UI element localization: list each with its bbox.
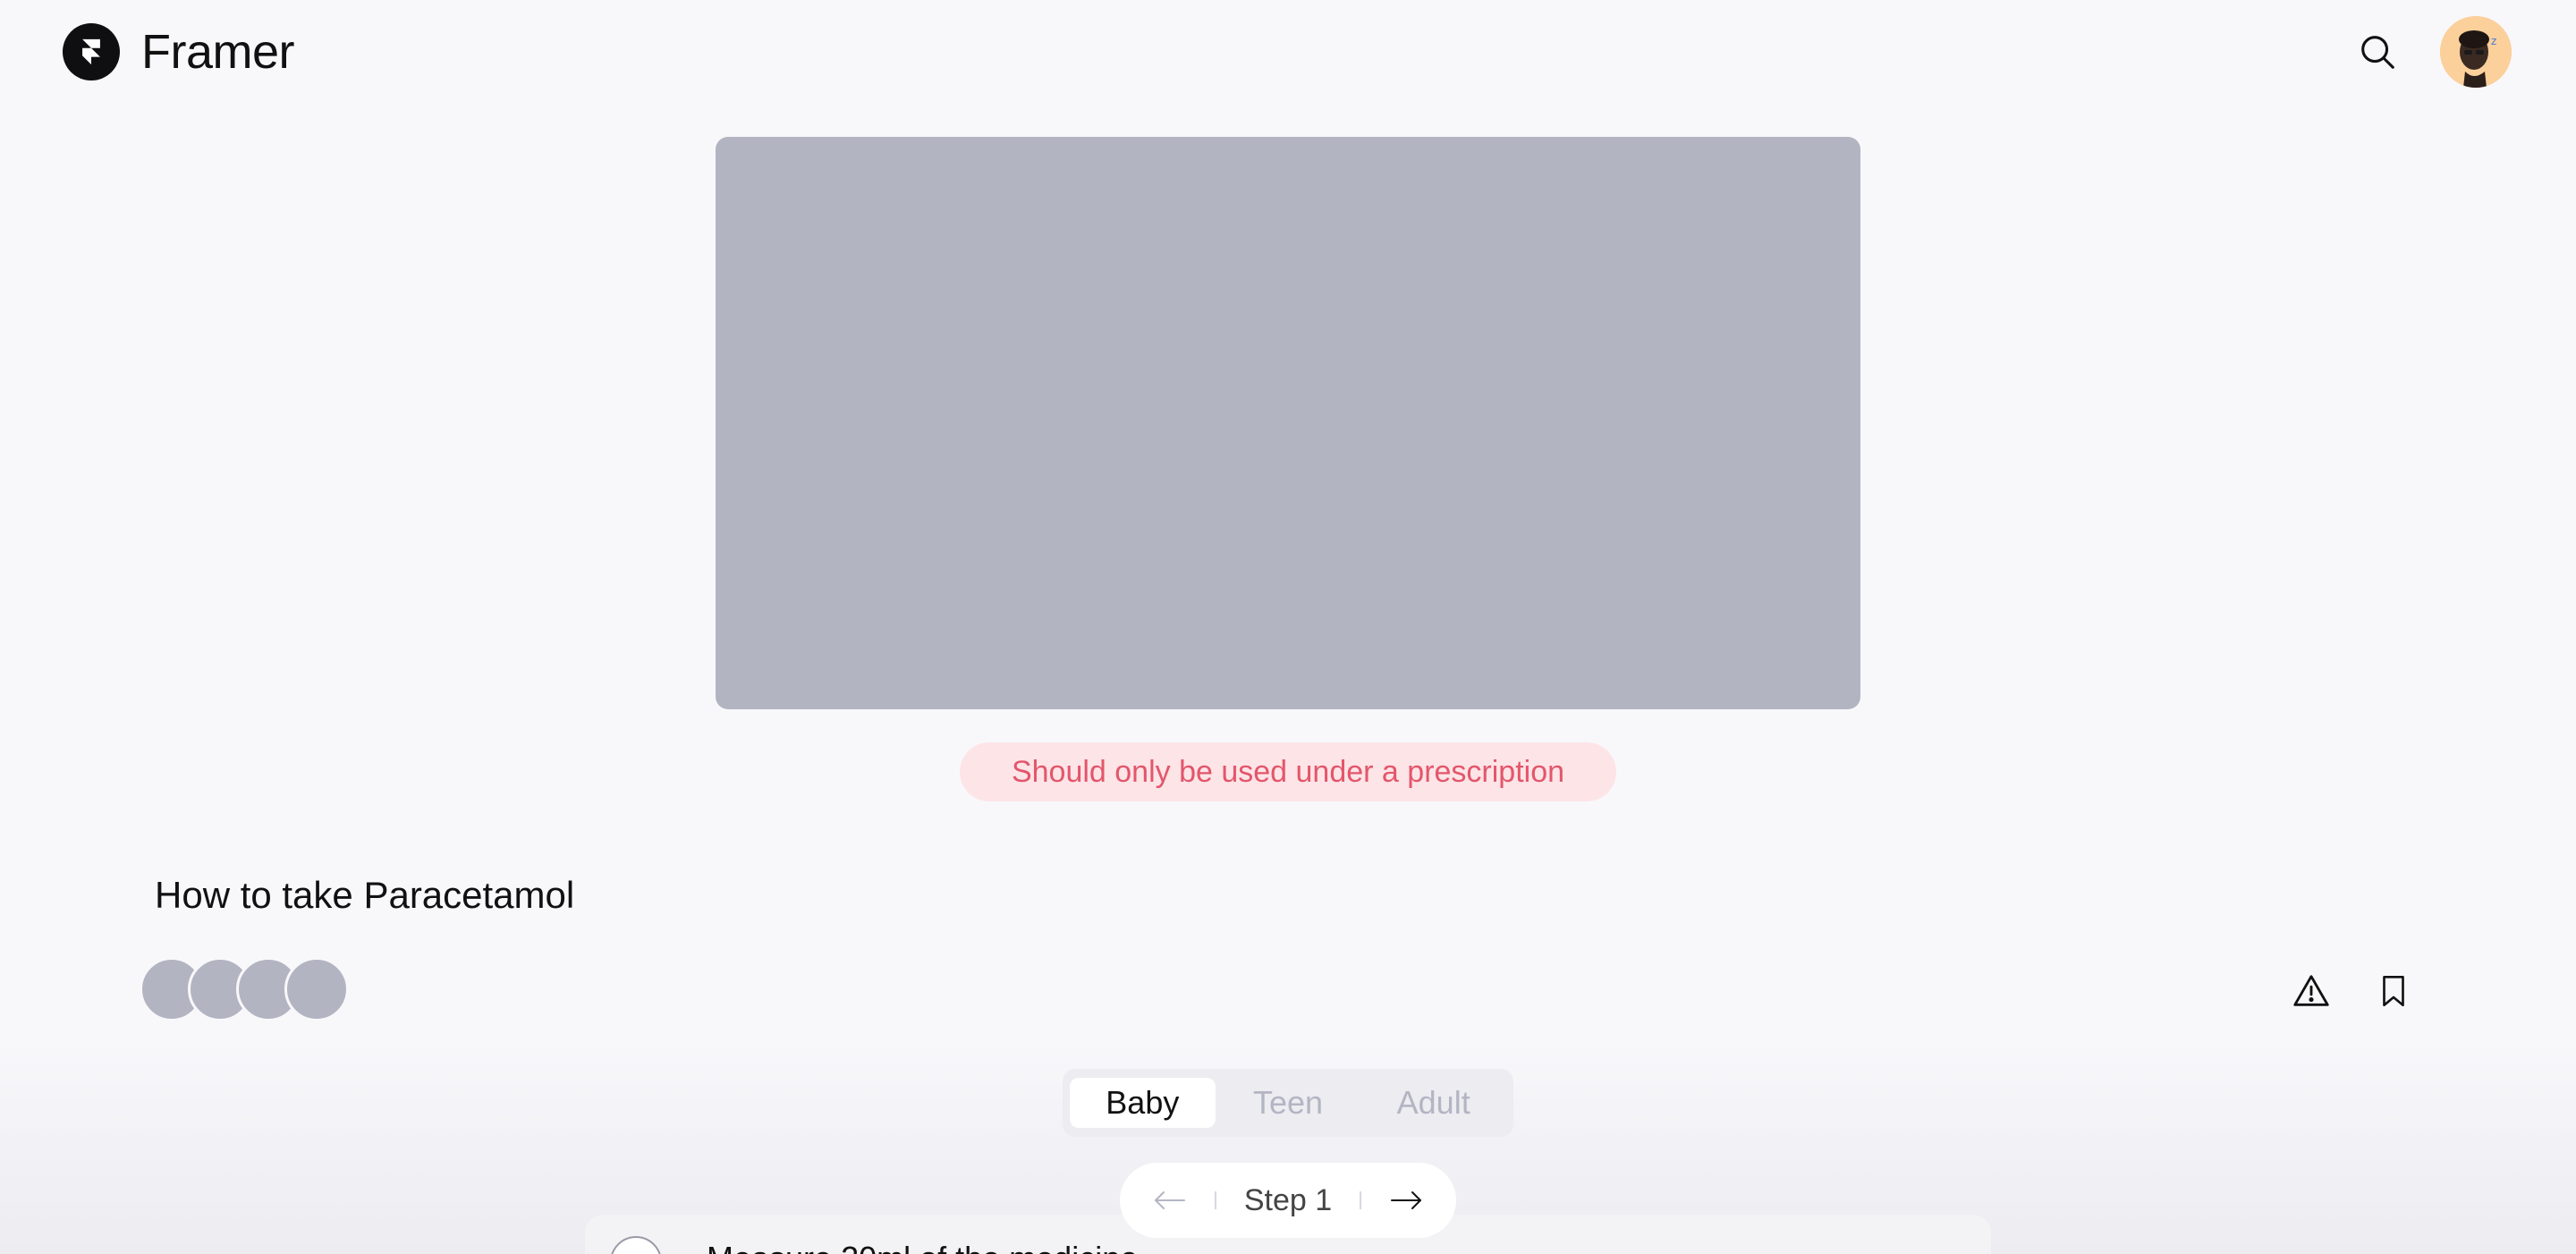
search-icon[interactable] xyxy=(2352,27,2402,77)
brand-name[interactable]: Framer xyxy=(141,21,295,82)
prescription-notice: Should only be used under a prescription xyxy=(960,742,1616,801)
tab-baby[interactable]: Baby xyxy=(1070,1078,1216,1128)
warning-triangle-icon[interactable] xyxy=(2286,966,2336,1016)
tab-adult[interactable]: Adult xyxy=(1360,1078,1506,1128)
step-label: Step 1 xyxy=(1243,1182,1333,1217)
step-instruction: Measure 20ml of the medicine xyxy=(707,1240,1138,1254)
avatar-face-icon: z xyxy=(2440,16,2512,88)
step-checkbox[interactable] xyxy=(610,1236,662,1254)
step-navigator: Step 1 xyxy=(1120,1163,1456,1238)
page-title: How to take Paracetamol xyxy=(155,874,575,916)
framer-logo-icon[interactable] xyxy=(63,23,120,80)
page: Framer z Should only be used under a pre… xyxy=(0,0,2576,1254)
contributor-avatars[interactable] xyxy=(140,957,354,1021)
user-avatar[interactable]: z xyxy=(2440,16,2512,88)
svg-text:z: z xyxy=(2491,35,2496,47)
arrow-right-icon[interactable] xyxy=(1388,1182,1424,1218)
media-placeholder xyxy=(716,137,1860,709)
bookmark-icon[interactable] xyxy=(2368,966,2419,1016)
framer-logo-glyph xyxy=(82,38,100,65)
age-group-tabs: Baby Teen Adult xyxy=(1063,1069,1513,1137)
arrow-left-icon[interactable] xyxy=(1152,1182,1188,1218)
contributor-avatar[interactable] xyxy=(284,957,349,1021)
tab-teen[interactable]: Teen xyxy=(1216,1078,1361,1128)
step-divider xyxy=(1215,1191,1217,1209)
step-divider xyxy=(1359,1191,1361,1209)
